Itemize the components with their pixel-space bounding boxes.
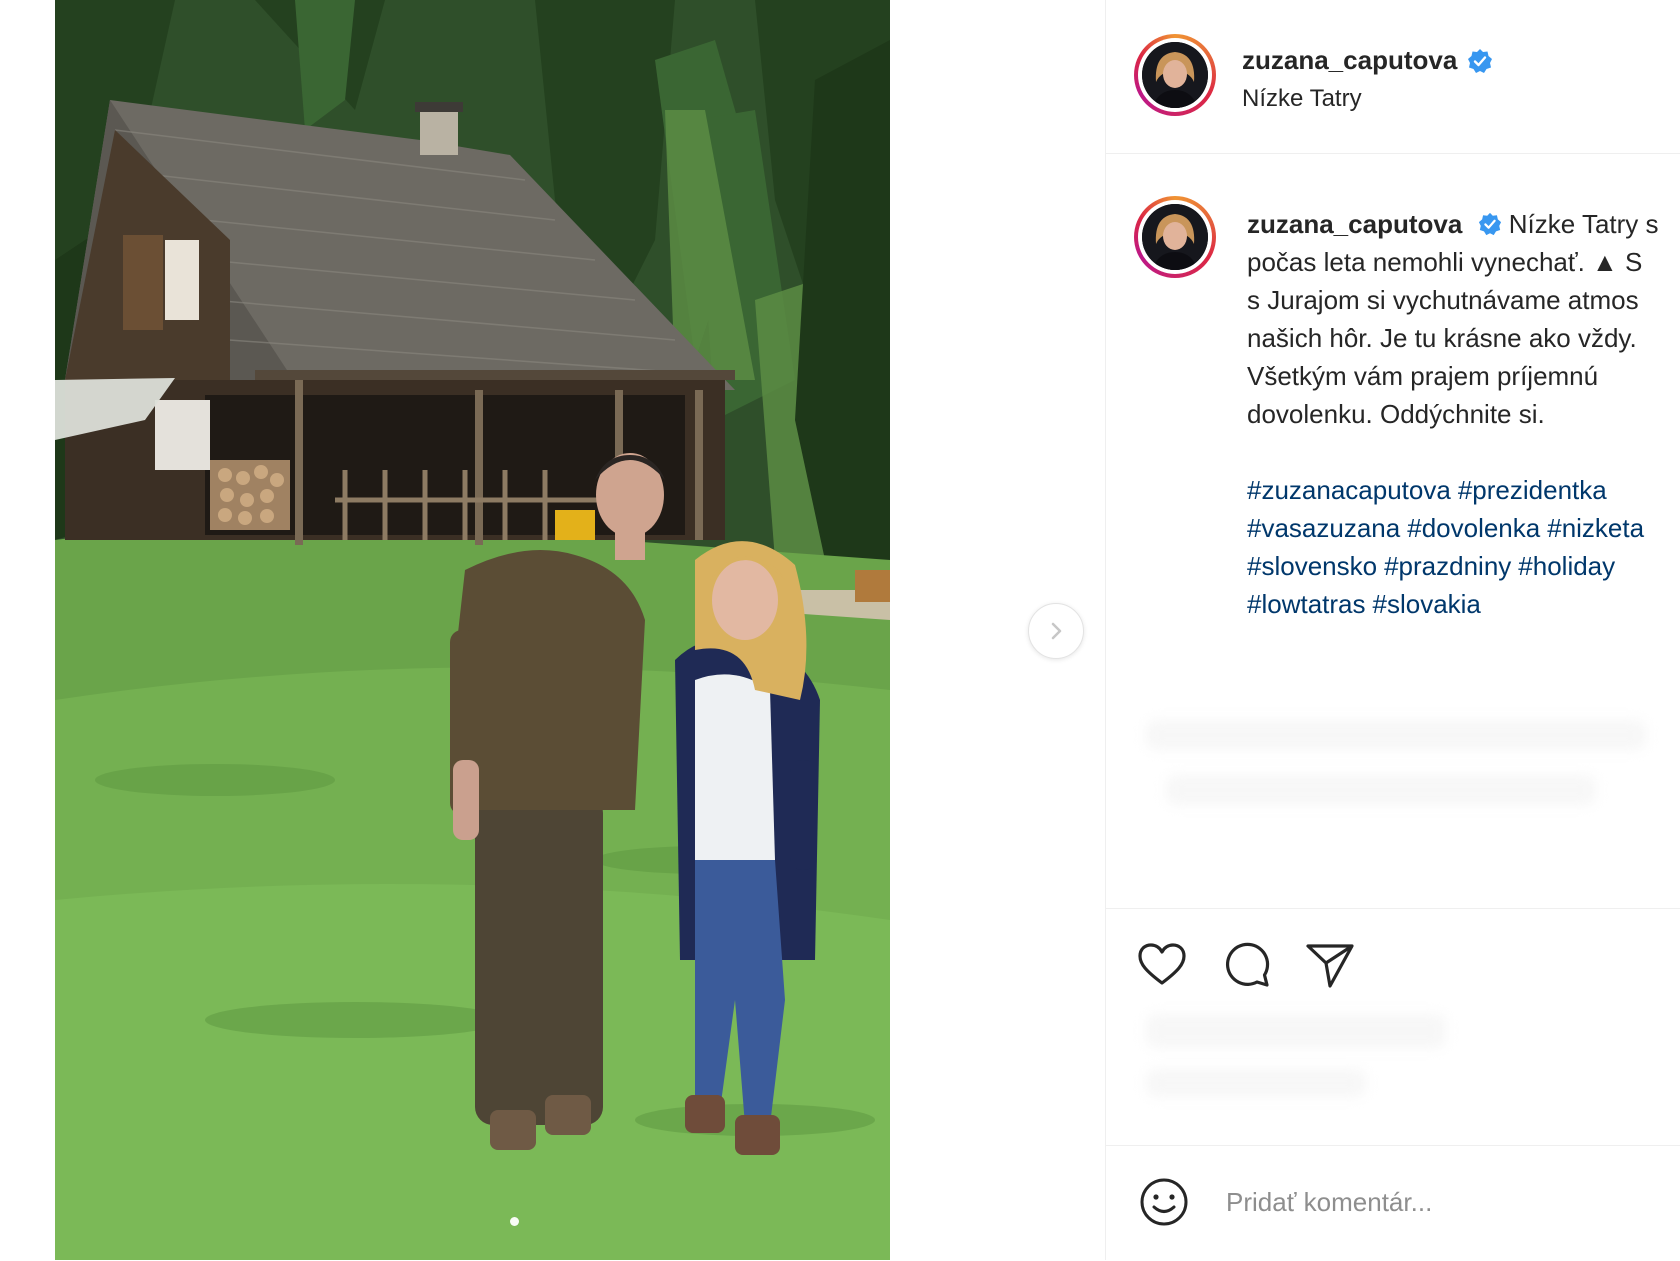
photo-illustration [55, 0, 890, 1260]
hashtag-link[interactable]: #dovolenka [1407, 513, 1540, 543]
hashtag-link[interactable]: #nizketa [1547, 513, 1644, 543]
blurred-comment [1146, 720, 1646, 750]
carousel-dot-active[interactable] [510, 1217, 519, 1226]
avatar[interactable] [1134, 34, 1216, 116]
caption-username[interactable]: zuzana_caputova [1247, 209, 1462, 239]
blurred-comment [1166, 775, 1596, 805]
hashtag-link[interactable]: #slovensko [1247, 551, 1377, 581]
hashtag-line: #lowtatras #slovakia [1247, 585, 1680, 623]
post-side-panel: zuzana_caputova Nízke Tatry zuzana_caput… [1105, 0, 1680, 1260]
avatar-image [1142, 204, 1208, 270]
post-photo[interactable] [55, 0, 890, 1260]
caption-text: Nízke Tatry s [1501, 209, 1659, 239]
chevron-right-icon [1051, 622, 1062, 640]
media-area [0, 0, 1105, 1260]
add-comment-bar [1106, 1145, 1680, 1261]
hashtag-link[interactable]: #prezidentka [1458, 475, 1607, 505]
hashtag-link[interactable]: #prazdniny [1384, 551, 1511, 581]
action-bar [1106, 908, 1680, 1147]
hashtag-line: #slovensko #prazdniny #holiday [1247, 547, 1680, 585]
caption-text: s Jurajom si vychutnávame atmos [1247, 285, 1639, 315]
post-caption: zuzana_caputova Nízke Tatry s počas leta… [1247, 205, 1680, 623]
hashtag-line: #zuzanacaputova #prezidentka [1247, 471, 1680, 509]
verified-badge-icon [1468, 48, 1493, 73]
caption-avatar[interactable] [1134, 196, 1216, 278]
post-location[interactable]: Nízke Tatry [1242, 85, 1362, 113]
heart-icon[interactable] [1134, 937, 1190, 993]
verified-badge-icon [1478, 212, 1501, 236]
post-author: zuzana_caputova [1242, 45, 1493, 76]
hashtag-link[interactable]: #lowtatras [1247, 589, 1366, 619]
caption-text: našich hôr. Je tu krásne ako vždy. [1247, 323, 1637, 353]
username-link[interactable]: zuzana_caputova [1242, 45, 1457, 76]
blurred-date [1146, 1069, 1366, 1097]
hashtag-link[interactable]: #slovakia [1373, 589, 1481, 619]
avatar-image [1142, 42, 1208, 108]
hashtag-line: #vasazuzana #dovolenka #nizketa [1247, 509, 1680, 547]
next-photo-button[interactable] [1028, 603, 1084, 659]
post-header: zuzana_caputova Nízke Tatry [1106, 0, 1680, 154]
caption-line-0: zuzana_caputova Nízke Tatry s [1247, 205, 1680, 243]
comment-icon[interactable] [1218, 937, 1274, 993]
hashtag-link[interactable]: #vasazuzana [1247, 513, 1400, 543]
comment-input[interactable] [1224, 1176, 1668, 1228]
hashtag-link[interactable]: #zuzanacaputova [1247, 475, 1451, 505]
hashtag-link[interactable]: #holiday [1518, 551, 1615, 581]
paper-plane-icon[interactable] [1302, 937, 1358, 993]
caption-text: dovolenku. Oddýchnite si. [1247, 399, 1545, 429]
caption-text: Všetkým vám prajem príjemnú [1247, 361, 1599, 391]
smiley-icon[interactable] [1136, 1174, 1192, 1230]
caption-text: počas leta nemohli vynechať. ▲ S [1247, 247, 1643, 277]
blurred-likes [1146, 1014, 1446, 1048]
